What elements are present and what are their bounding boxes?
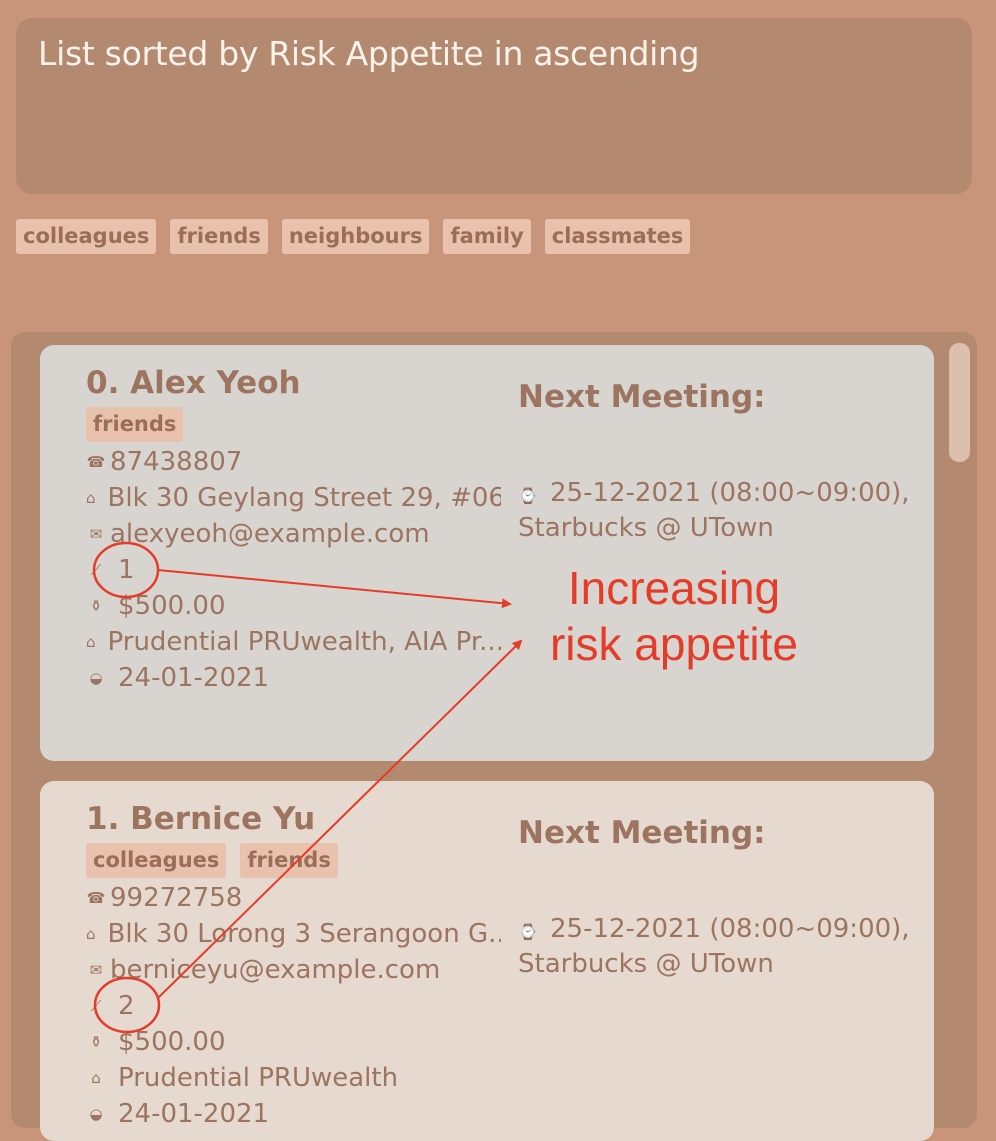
client-address: ⌂ Blk 30 Lorong 3 Serangoon G... [86,918,501,950]
next-meeting-datetime: ⌚ 25-12-2021 (08:00~09:00), [518,914,910,944]
client-address: ⌂ Blk 30 Geylang Street 29, #06... [86,482,501,514]
next-meeting-location: Starbucks @ UTown [518,513,774,543]
income-value: $500.00 [118,591,226,621]
address-value: Blk 30 Lorong 3 Serangoon G... [107,919,501,949]
house-icon: ⌂ [86,489,96,507]
tag-filter-friends[interactable]: friends [170,219,268,254]
client-email: ✉ berniceyu@example.com [86,954,501,986]
plans-value: Prudential PRUwealth, AIA Pr... [107,627,501,657]
handshake-icon: ◒ [89,1105,103,1123]
phone-icon: ☎ [86,889,106,907]
phone-value: 87438807 [110,447,243,477]
client-email: ✉ alexyeoh@example.com [86,518,501,550]
result-message: List sorted by Risk Appetite in ascendin… [38,34,700,73]
tag-filter-colleagues[interactable]: colleagues [16,219,157,254]
money-bag-icon: ⚱ [89,597,103,615]
risk-appetite-value: 1 [118,555,135,585]
client-last-met: ◒ 24-01-2021 [86,662,501,694]
bank-icon: ⌂ [91,1069,101,1087]
client-current-plans: ⌂ Prudential PRUwealth, AIA Pr... [86,626,501,658]
client-phone: ☎ 99272758 [86,882,501,914]
next-meeting-location: Starbucks @ UTown [518,949,774,979]
last-met-value: 24-01-2021 [118,663,270,693]
tag-filter-neighbours[interactable]: neighbours [281,219,430,254]
meeting-icon: ⌚ [518,923,538,941]
client-card[interactable]: 0. Alex Yeoh friends ☎ 87438807 ⌂ Blk 30… [40,345,934,761]
client-last-met: ◒ 24-01-2021 [86,1098,501,1130]
risk-appetite-value: 2 [118,991,135,1021]
last-met-value: 24-01-2021 [118,1099,270,1129]
result-display: List sorted by Risk Appetite in ascendin… [16,18,972,194]
money-bag-icon: ⚱ [89,1033,103,1051]
email-value: berniceyu@example.com [110,955,441,985]
client-tags: colleagues friends [86,843,338,878]
meeting-icon: ⌚ [518,487,538,505]
house-icon: ⌂ [86,925,96,943]
client-card[interactable]: 1. Bernice Yu colleagues friends ☎ 99272… [40,781,934,1141]
client-tag: friends [86,407,184,442]
chart-icon: ⟋ [90,997,102,1015]
email-icon: ✉ [89,525,103,543]
client-tag: friends [240,843,338,878]
client-disposable-income: ⚱ $500.00 [86,1026,501,1058]
plans-value: Prudential PRUwealth [118,1063,399,1093]
client-current-plans: ⌂ Prudential PRUwealth [86,1062,501,1094]
chart-icon: ⟋ [90,561,102,579]
phone-value: 99272758 [110,883,243,913]
client-phone: ☎ 87438807 [86,446,501,478]
client-risk-appetite: ⟋ 2 [86,990,501,1022]
handshake-icon: ◒ [89,669,103,687]
client-name: 1. Bernice Yu [86,801,316,837]
email-icon: ✉ [89,961,103,979]
client-tags: friends [86,407,184,442]
tag-filter-family[interactable]: family [443,219,531,254]
list-scrollbar[interactable] [949,343,970,462]
client-risk-appetite: ⟋ 1 [86,554,501,586]
annotation-label: Increasing risk appetite [549,562,798,670]
tag-filter-bar: colleagues friends neighbours family cla… [16,219,691,254]
address-value: Blk 30 Geylang Street 29, #06... [107,483,501,513]
next-meeting-title: Next Meeting: [518,815,766,851]
bank-icon: ⌂ [86,633,96,651]
phone-icon: ☎ [86,453,106,471]
next-meeting-datetime: ⌚ 25-12-2021 (08:00~09:00), [518,478,910,508]
next-meeting-title: Next Meeting: [518,379,766,415]
client-tag: colleagues [86,843,227,878]
tag-filter-classmates[interactable]: classmates [544,219,691,254]
income-value: $500.00 [118,1027,226,1057]
client-disposable-income: ⚱ $500.00 [86,590,501,622]
email-value: alexyeoh@example.com [110,519,430,549]
client-name: 0. Alex Yeoh [86,365,301,401]
